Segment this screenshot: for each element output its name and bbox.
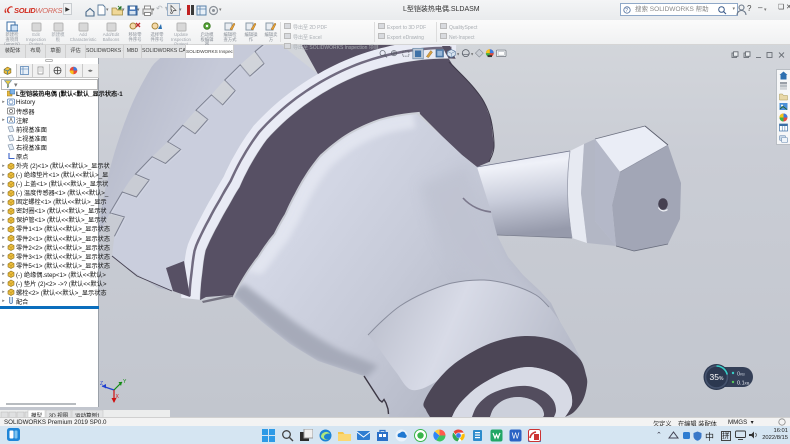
svg-text:X: X — [116, 394, 120, 400]
svg-text:▾: ▾ — [457, 51, 459, 56]
svg-text:Y: Y — [123, 379, 127, 385]
svg-text:?: ? — [625, 8, 628, 14]
svg-text:W: W — [512, 431, 520, 440]
svg-text:▾: ▾ — [471, 51, 473, 56]
svg-text:Z: Z — [100, 381, 103, 387]
